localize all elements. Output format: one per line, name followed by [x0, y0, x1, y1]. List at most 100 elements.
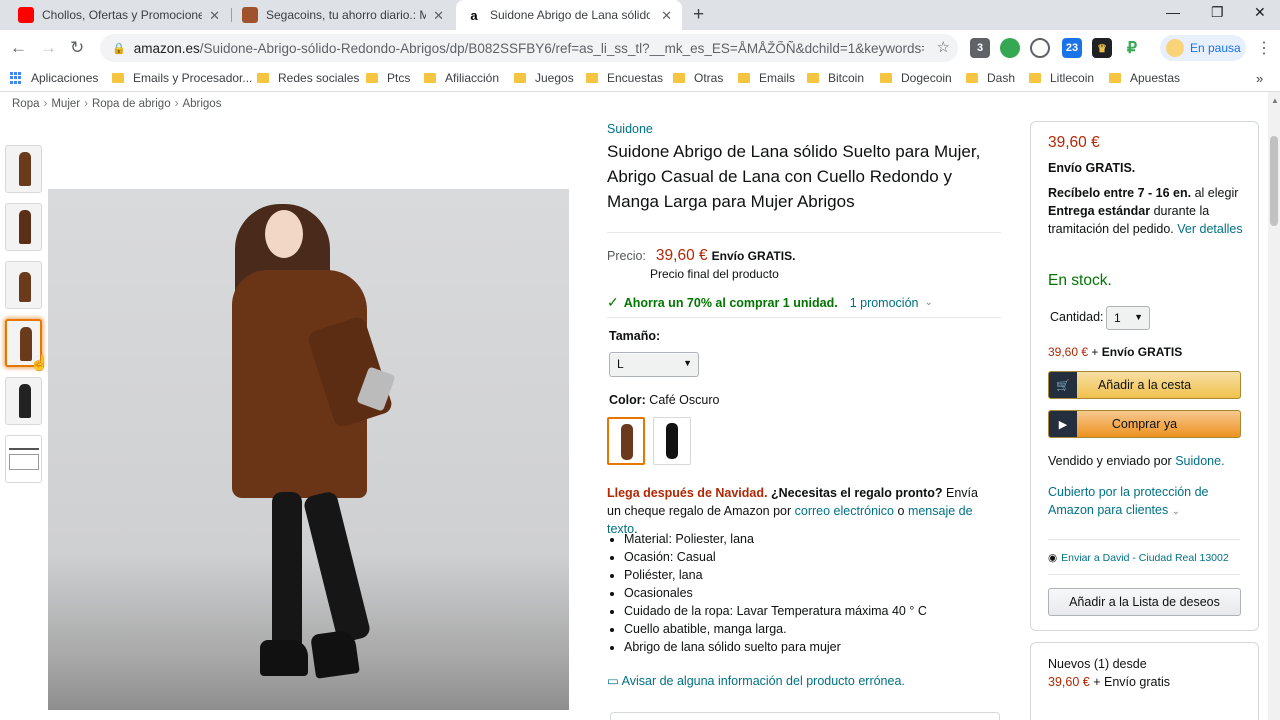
folder-icon [966, 73, 978, 83]
page-content: Ropa › Mujer › Ropa de abrigo › Abrigos ☝ Suid… [0, 92, 1268, 720]
size-select[interactable]: L ▼ [609, 352, 699, 377]
folder-icon [514, 73, 526, 83]
bookmark-folder[interactable]: Emails [738, 71, 795, 85]
thumbnail-image [19, 210, 31, 244]
chevron-right-icon: › [174, 98, 179, 110]
breadcrumb-link[interactable]: Ropa de abrigo [92, 98, 171, 110]
minimize-icon[interactable]: — [1166, 4, 1180, 20]
new-tab-button[interactable]: + [693, 4, 704, 26]
bookmark-star-icon[interactable]: ☆ [937, 38, 950, 56]
seller-link[interactable]: Suidone. [1175, 454, 1224, 468]
quantity-label: Cantidad: [1050, 310, 1104, 324]
size-chart-line [9, 448, 39, 450]
add-to-wishlist-button[interactable]: Añadir a la Lista de deseos [1048, 588, 1241, 616]
crown-icon[interactable]: ♛ [1092, 38, 1112, 58]
bookmark-folder[interactable]: Afiliacción [424, 71, 499, 85]
menu-dots-icon[interactable]: ⋮ [1256, 38, 1272, 58]
folder-icon [1109, 73, 1121, 83]
scrollbar-thumb[interactable] [1270, 136, 1278, 226]
list-item: Cuidado de la ropa: Lavar Temperatura má… [624, 602, 927, 620]
folder-icon [738, 73, 750, 83]
size-label: Tamaño: [609, 329, 661, 343]
email-link[interactable]: correo electrónico [795, 504, 894, 518]
protection-link[interactable]: Cubierto por la protección de Amazon par… [1048, 483, 1238, 521]
breadcrumb-link[interactable]: Ropa [12, 98, 40, 110]
bookmark-folder[interactable]: Otras [673, 71, 723, 85]
bookmark-folder[interactable]: Apuestas [1109, 71, 1180, 85]
thumbnail-6-size-chart[interactable] [5, 435, 42, 483]
folder-icon [586, 73, 598, 83]
bookmark-folder[interactable]: Dogecoin [880, 71, 952, 85]
image-thumbnails [5, 145, 42, 493]
folder-icon [424, 73, 436, 83]
address-bar[interactable]: 🔒 amazon.es/Suidone-Abrigo-sólido-Redond… [100, 34, 958, 62]
thumbnail-1[interactable] [5, 145, 42, 193]
price-row: Precio: 39,60 € Envío GRATIS. [607, 247, 796, 264]
report-info-link[interactable]: ▭ Avisar de alguna información del produ… [607, 673, 905, 688]
color-row: Color: Café Oscuro [609, 393, 720, 407]
extension-icon-1[interactable]: 3 [970, 38, 990, 58]
tab-amazon[interactable]: a Suidone Abrigo de Lana sólido S ✕ [456, 0, 682, 30]
deliver-to-link[interactable]: ◉ Enviar a David - Ciudad Real 13002 [1048, 549, 1248, 567]
stock-status: En stock. [1048, 272, 1112, 289]
url-text[interactable]: amazon.es/Suidone-Abrigo-sólido-Redondo-… [134, 41, 924, 56]
checkmark-icon: ✓ [607, 294, 619, 310]
breadcrumb-link[interactable]: Abrigos [182, 98, 221, 110]
bookmark-folder[interactable]: Redes sociales [257, 71, 359, 85]
add-to-cart-button[interactable]: 🛒 Añadir a la cesta [1048, 371, 1241, 399]
chevron-right-icon: › [84, 98, 88, 110]
list-item: Poliéster, lana [624, 566, 927, 584]
color-swatch-negro[interactable] [653, 417, 691, 465]
scroll-up-icon[interactable]: ▲ [1271, 96, 1279, 105]
tab-segacoins[interactable]: Segacoins, tu ahorro diario.: Mej ✕ [232, 0, 454, 30]
bookmark-folder[interactable]: Bitcoin [807, 71, 864, 85]
bookmark-apps[interactable]: Aplicaciones [10, 71, 98, 85]
back-icon[interactable]: ← [10, 38, 27, 58]
bookmark-folder[interactable]: Juegos [514, 71, 574, 85]
bookmark-folder[interactable]: Emails y Procesador... [112, 71, 252, 85]
browser-toolbar: ← → ↻ 🔒 amazon.es/Suidone-Abrigo-sólido-… [0, 30, 1280, 66]
bookmark-folder[interactable]: Ptcs [366, 71, 410, 85]
close-tab-icon[interactable]: ✕ [433, 8, 444, 24]
youtube-icon [18, 7, 34, 23]
close-window-icon[interactable]: ✕ [1254, 4, 1266, 21]
list-item: Material: Poliester, lana [624, 530, 927, 548]
chevron-down-icon[interactable]: ⌄ [924, 297, 932, 308]
profile-button[interactable]: En pausa [1160, 35, 1246, 61]
list-item: Cuello abatible, manga larga. [624, 620, 927, 638]
thumbnail-image [19, 384, 31, 418]
extension-icon-2[interactable] [1000, 38, 1020, 58]
forward-icon[interactable]: → [40, 38, 57, 58]
rouble-icon[interactable]: ₽ [1122, 38, 1142, 58]
breadcrumb-link[interactable]: Mujer [51, 98, 80, 110]
close-tab-icon[interactable]: ✕ [661, 8, 672, 24]
color-swatch-cafe-oscuro[interactable] [607, 417, 645, 465]
thumbnail-image [19, 152, 31, 186]
feature-bullets: Material: Poliester, lana Ocasión: Casua… [624, 530, 927, 656]
thumbnail-2[interactable] [5, 203, 42, 251]
promotion-link[interactable]: 1 promoción [850, 296, 919, 310]
quantity-select[interactable]: 1 ▼ [1106, 306, 1150, 330]
new-from-link[interactable]: Nuevos (1) desde [1048, 655, 1248, 673]
thumbnail-3[interactable] [5, 261, 42, 309]
block-icon[interactable] [1030, 38, 1050, 58]
page-scrollbar[interactable]: ▲ [1268, 92, 1280, 720]
reload-icon[interactable]: ↻ [70, 38, 84, 58]
tab-chollos[interactable]: Chollos, Ofertas y Promociones - ✕ [8, 0, 230, 30]
folder-icon [673, 73, 685, 83]
buy-now-button[interactable]: ▶ Comprar ya [1048, 410, 1241, 438]
folder-icon [880, 73, 892, 83]
thumbnail-5[interactable] [5, 377, 42, 425]
cursor-hand-icon: ☝ [30, 355, 49, 372]
bookmark-folder[interactable]: Dash [966, 71, 1015, 85]
maximize-icon[interactable]: ❐ [1211, 4, 1224, 21]
bookmark-folder[interactable]: Encuestas [586, 71, 663, 85]
calendar-icon[interactable]: 23 [1062, 38, 1082, 58]
details-link[interactable]: Ver detalles [1177, 222, 1242, 236]
new-from-price: 39,60 € + Envío gratis [1048, 675, 1170, 689]
bookmark-folder[interactable]: Litlecoin [1029, 71, 1094, 85]
bookmarks-more-icon[interactable]: » [1256, 71, 1263, 86]
close-tab-icon[interactable]: ✕ [209, 8, 220, 24]
brand-link[interactable]: Suidone [607, 122, 653, 136]
model-leg [272, 492, 302, 662]
